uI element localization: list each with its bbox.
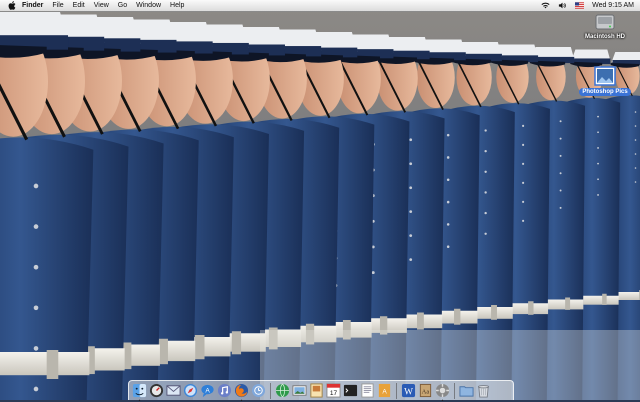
svg-text:Aa: Aa: [422, 388, 430, 395]
dictionary-icon[interactable]: Aa: [418, 383, 433, 398]
menu-finder[interactable]: Finder: [22, 0, 43, 11]
dock-separator: [454, 382, 455, 399]
ichat-icon[interactable]: A: [200, 383, 215, 398]
ical-icon[interactable]: 17: [326, 383, 341, 398]
trash-icon[interactable]: [476, 383, 491, 398]
photos-icon[interactable]: [292, 383, 307, 398]
dashboard-icon[interactable]: [149, 383, 164, 398]
desktop-icon-label: Photoshop Pics: [579, 88, 631, 96]
safari-icon[interactable]: [183, 383, 198, 398]
finder-icon[interactable]: [132, 383, 147, 402]
desktop-wallpaper: [0, 0, 640, 400]
terminal-icon[interactable]: [343, 383, 358, 398]
menu-view[interactable]: View: [94, 0, 109, 11]
folder-icon[interactable]: [459, 383, 474, 398]
status-area: Wed 9:15 AM: [533, 1, 640, 10]
svg-text:17: 17: [330, 390, 338, 397]
mail-icon[interactable]: [166, 383, 181, 398]
svg-text:W: W: [404, 387, 413, 397]
word-icon[interactable]: W: [401, 383, 416, 398]
preview-icon[interactable]: [309, 383, 324, 398]
menu-help[interactable]: Help: [170, 0, 184, 11]
menubar-clock[interactable]: Wed 9:15 AM: [592, 2, 634, 9]
desktop-icon-photoshop-pics[interactable]: Photoshop Pics: [575, 66, 635, 96]
itunes-icon[interactable]: [217, 383, 232, 398]
firefox-icon[interactable]: [234, 383, 249, 402]
dock: A 17 A W Aa: [128, 380, 514, 402]
image-file-icon: [594, 66, 616, 86]
flag-icon[interactable]: [575, 1, 585, 10]
hard-drive-icon: [595, 13, 615, 31]
svg-text:A: A: [382, 388, 387, 395]
textedit-icon[interactable]: [360, 383, 375, 398]
volume-icon[interactable]: [558, 1, 567, 10]
system-preferences-icon[interactable]: [435, 383, 450, 402]
script-icon[interactable]: A: [377, 383, 392, 398]
svg-text:A: A: [205, 387, 210, 394]
menu-bar: Finder File Edit View Go Window Help Wed…: [0, 0, 640, 12]
calendar-icon[interactable]: [251, 383, 266, 398]
dock-separator: [270, 382, 271, 399]
desktop-icon-label: Macintosh HD: [584, 34, 625, 40]
menu-edit[interactable]: Edit: [73, 0, 85, 11]
menu-window[interactable]: Window: [136, 0, 161, 11]
menu-file[interactable]: File: [52, 0, 63, 11]
wifi-icon[interactable]: [541, 1, 550, 10]
dock-separator: [396, 382, 397, 399]
apple-icon[interactable]: [7, 1, 16, 10]
globe-icon[interactable]: [275, 383, 290, 398]
desktop-icon-macintosh-hd[interactable]: Macintosh HD: [575, 13, 635, 41]
menu-go[interactable]: Go: [118, 0, 127, 11]
